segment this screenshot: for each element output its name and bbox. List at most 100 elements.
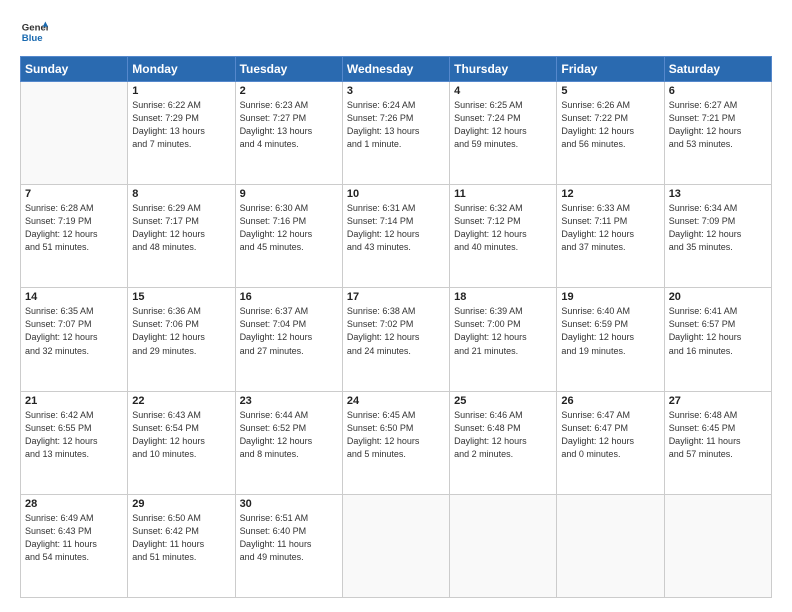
calendar-cell: 5 Sunrise: 6:26 AMSunset: 7:22 PMDaylight… bbox=[557, 82, 664, 185]
calendar-week-row: 21 Sunrise: 6:42 AMSunset: 6:55 PMDayligh… bbox=[21, 391, 772, 494]
day-info: Sunrise: 6:23 AMSunset: 7:27 PMDaylight:… bbox=[240, 99, 338, 151]
calendar-cell: 26 Sunrise: 6:47 AMSunset: 6:47 PMDayligh… bbox=[557, 391, 664, 494]
calendar-week-row: 14 Sunrise: 6:35 AMSunset: 7:07 PMDayligh… bbox=[21, 288, 772, 391]
day-info: Sunrise: 6:29 AMSunset: 7:17 PMDaylight:… bbox=[132, 202, 230, 254]
calendar-cell: 8 Sunrise: 6:29 AMSunset: 7:17 PMDaylight… bbox=[128, 185, 235, 288]
calendar-cell: 6 Sunrise: 6:27 AMSunset: 7:21 PMDaylight… bbox=[664, 82, 771, 185]
day-number: 11 bbox=[454, 188, 552, 200]
day-info: Sunrise: 6:35 AMSunset: 7:07 PMDaylight:… bbox=[25, 305, 123, 357]
day-number: 25 bbox=[454, 395, 552, 407]
calendar-cell: 10 Sunrise: 6:31 AMSunset: 7:14 PMDayligh… bbox=[342, 185, 449, 288]
calendar-cell bbox=[450, 494, 557, 597]
day-info: Sunrise: 6:50 AMSunset: 6:42 PMDaylight:… bbox=[132, 512, 230, 564]
calendar-cell: 30 Sunrise: 6:51 AMSunset: 6:40 PMDayligh… bbox=[235, 494, 342, 597]
calendar-cell: 21 Sunrise: 6:42 AMSunset: 6:55 PMDayligh… bbox=[21, 391, 128, 494]
day-info: Sunrise: 6:36 AMSunset: 7:06 PMDaylight:… bbox=[132, 305, 230, 357]
calendar-cell bbox=[557, 494, 664, 597]
calendar-cell bbox=[664, 494, 771, 597]
day-number: 28 bbox=[25, 498, 123, 510]
calendar-cell: 18 Sunrise: 6:39 AMSunset: 7:00 PMDayligh… bbox=[450, 288, 557, 391]
calendar-cell: 22Sunrise: 6:43 AMSunset: 6:54 PMDayligh… bbox=[128, 391, 235, 494]
day-number: 14 bbox=[25, 291, 123, 303]
day-number: 27 bbox=[669, 395, 767, 407]
day-number: 21 bbox=[25, 395, 123, 407]
day-number: 12 bbox=[561, 188, 659, 200]
day-number: 9 bbox=[240, 188, 338, 200]
day-info: Sunrise: 6:28 AMSunset: 7:19 PMDaylight:… bbox=[25, 202, 123, 254]
day-info: Sunrise: 6:32 AMSunset: 7:12 PMDaylight:… bbox=[454, 202, 552, 254]
day-info: Sunrise: 6:26 AMSunset: 7:22 PMDaylight:… bbox=[561, 99, 659, 151]
calendar-cell bbox=[342, 494, 449, 597]
day-number: 8 bbox=[132, 188, 230, 200]
svg-text:General: General bbox=[22, 22, 48, 33]
calendar-cell: 3Sunrise: 6:24 AMSunset: 7:26 PMDaylight… bbox=[342, 82, 449, 185]
day-number: 26 bbox=[561, 395, 659, 407]
day-info: Sunrise: 6:33 AMSunset: 7:11 PMDaylight:… bbox=[561, 202, 659, 254]
calendar-weekday: Tuesday bbox=[235, 57, 342, 82]
calendar-weekday: Monday bbox=[128, 57, 235, 82]
day-number: 20 bbox=[669, 291, 767, 303]
calendar-cell: 24Sunrise: 6:45 AMSunset: 6:50 PMDayligh… bbox=[342, 391, 449, 494]
svg-text:Blue: Blue bbox=[22, 33, 43, 44]
calendar-weekday: Wednesday bbox=[342, 57, 449, 82]
calendar-weekday: Friday bbox=[557, 57, 664, 82]
calendar-weekday: Saturday bbox=[664, 57, 771, 82]
day-number: 15 bbox=[132, 291, 230, 303]
calendar-cell: 29Sunrise: 6:50 AMSunset: 6:42 PMDayligh… bbox=[128, 494, 235, 597]
calendar-cell: 19 Sunrise: 6:40 AMSunset: 6:59 PMDayligh… bbox=[557, 288, 664, 391]
day-number: 1 bbox=[132, 85, 230, 97]
calendar-body: 1Sunrise: 6:22 AMSunset: 7:29 PMDaylight… bbox=[21, 82, 772, 598]
calendar-cell: 14 Sunrise: 6:35 AMSunset: 7:07 PMDayligh… bbox=[21, 288, 128, 391]
calendar-cell: 20 Sunrise: 6:41 AMSunset: 6:57 PMDayligh… bbox=[664, 288, 771, 391]
day-info: Sunrise: 6:34 AMSunset: 7:09 PMDaylight:… bbox=[669, 202, 767, 254]
day-number: 19 bbox=[561, 291, 659, 303]
day-info: Sunrise: 6:45 AMSunset: 6:50 PMDaylight:… bbox=[347, 409, 445, 461]
calendar-cell: 1Sunrise: 6:22 AMSunset: 7:29 PMDaylight… bbox=[128, 82, 235, 185]
day-info: Sunrise: 6:46 AMSunset: 6:48 PMDaylight:… bbox=[454, 409, 552, 461]
calendar-cell: 12 Sunrise: 6:33 AMSunset: 7:11 PMDayligh… bbox=[557, 185, 664, 288]
calendar-cell: 17 Sunrise: 6:38 AMSunset: 7:02 PMDayligh… bbox=[342, 288, 449, 391]
page: General Blue SundayMondayTuesdayWednesda… bbox=[0, 0, 792, 612]
day-info: Sunrise: 6:24 AMSunset: 7:26 PMDaylight:… bbox=[347, 99, 445, 151]
calendar-cell: 16 Sunrise: 6:37 AMSunset: 7:04 PMDayligh… bbox=[235, 288, 342, 391]
day-number: 4 bbox=[454, 85, 552, 97]
calendar-cell: 25 Sunrise: 6:46 AMSunset: 6:48 PMDayligh… bbox=[450, 391, 557, 494]
calendar-week-row: 7 Sunrise: 6:28 AMSunset: 7:19 PMDaylight… bbox=[21, 185, 772, 288]
day-number: 18 bbox=[454, 291, 552, 303]
calendar-weekday: Thursday bbox=[450, 57, 557, 82]
day-number: 5 bbox=[561, 85, 659, 97]
day-info: Sunrise: 6:37 AMSunset: 7:04 PMDaylight:… bbox=[240, 305, 338, 357]
day-info: Sunrise: 6:42 AMSunset: 6:55 PMDaylight:… bbox=[25, 409, 123, 461]
day-info: Sunrise: 6:51 AMSunset: 6:40 PMDaylight:… bbox=[240, 512, 338, 564]
day-info: Sunrise: 6:27 AMSunset: 7:21 PMDaylight:… bbox=[669, 99, 767, 151]
calendar-cell: 23Sunrise: 6:44 AMSunset: 6:52 PMDayligh… bbox=[235, 391, 342, 494]
day-info: Sunrise: 6:40 AMSunset: 6:59 PMDaylight:… bbox=[561, 305, 659, 357]
logo: General Blue bbox=[20, 18, 48, 46]
calendar-week-row: 28 Sunrise: 6:49 AMSunset: 6:43 PMDayligh… bbox=[21, 494, 772, 597]
calendar-cell: 27Sunrise: 6:48 AMSunset: 6:45 PMDayligh… bbox=[664, 391, 771, 494]
day-number: 17 bbox=[347, 291, 445, 303]
day-info: Sunrise: 6:30 AMSunset: 7:16 PMDaylight:… bbox=[240, 202, 338, 254]
day-info: Sunrise: 6:39 AMSunset: 7:00 PMDaylight:… bbox=[454, 305, 552, 357]
header: General Blue bbox=[20, 18, 772, 46]
calendar-cell: 15 Sunrise: 6:36 AMSunset: 7:06 PMDayligh… bbox=[128, 288, 235, 391]
day-number: 10 bbox=[347, 188, 445, 200]
day-number: 23 bbox=[240, 395, 338, 407]
calendar-week-row: 1Sunrise: 6:22 AMSunset: 7:29 PMDaylight… bbox=[21, 82, 772, 185]
calendar-header-row: SundayMondayTuesdayWednesdayThursdayFrid… bbox=[21, 57, 772, 82]
calendar-table: SundayMondayTuesdayWednesdayThursdayFrid… bbox=[20, 56, 772, 598]
calendar-cell: 4Sunrise: 6:25 AMSunset: 7:24 PMDaylight… bbox=[450, 82, 557, 185]
day-number: 6 bbox=[669, 85, 767, 97]
day-number: 16 bbox=[240, 291, 338, 303]
day-info: Sunrise: 6:31 AMSunset: 7:14 PMDaylight:… bbox=[347, 202, 445, 254]
day-info: Sunrise: 6:49 AMSunset: 6:43 PMDaylight:… bbox=[25, 512, 123, 564]
day-number: 7 bbox=[25, 188, 123, 200]
day-number: 13 bbox=[669, 188, 767, 200]
calendar-cell: 13 Sunrise: 6:34 AMSunset: 7:09 PMDayligh… bbox=[664, 185, 771, 288]
day-info: Sunrise: 6:47 AMSunset: 6:47 PMDaylight:… bbox=[561, 409, 659, 461]
day-info: Sunrise: 6:38 AMSunset: 7:02 PMDaylight:… bbox=[347, 305, 445, 357]
calendar-cell: 7 Sunrise: 6:28 AMSunset: 7:19 PMDaylight… bbox=[21, 185, 128, 288]
day-info: Sunrise: 6:41 AMSunset: 6:57 PMDaylight:… bbox=[669, 305, 767, 357]
day-number: 30 bbox=[240, 498, 338, 510]
day-number: 2 bbox=[240, 85, 338, 97]
